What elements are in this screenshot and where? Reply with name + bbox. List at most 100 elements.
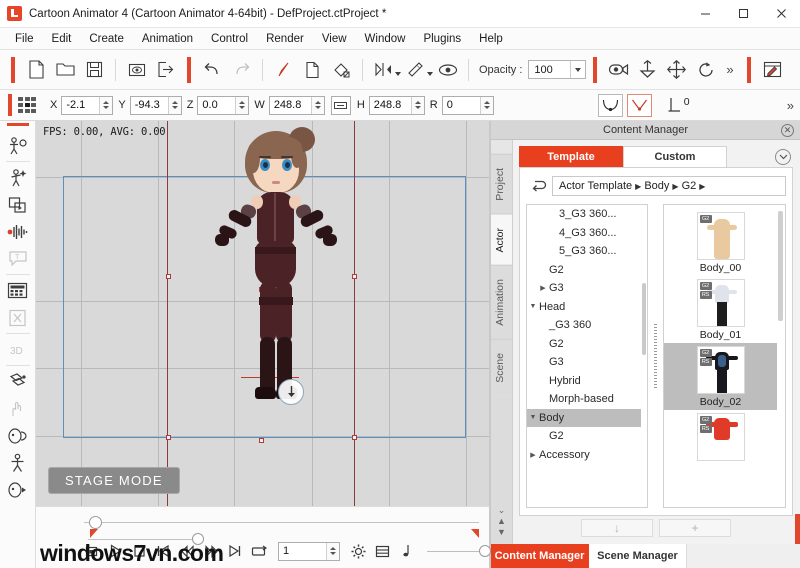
plus-icon[interactable]: +: [659, 519, 731, 537]
tab-content-manager[interactable]: Content Manager: [491, 544, 589, 568]
z-spinner[interactable]: [235, 96, 249, 114]
tab-template[interactable]: Template: [519, 145, 623, 168]
vtab-animation[interactable]: Animation: [491, 265, 512, 339]
vtab-scroll-arrows[interactable]: ⌄ ▲ ▼: [491, 503, 512, 544]
zoom-slider-knob[interactable]: [479, 544, 491, 557]
close-button[interactable]: [762, 0, 800, 28]
toolbar-overflow-button[interactable]: »: [720, 62, 739, 77]
frame-input[interactable]: 1: [278, 541, 340, 561]
stage-viewport[interactable]: FPS: 0.00, AVG: 0.00 STAGE MODE: [36, 121, 490, 506]
chevron-down-icon[interactable]: [775, 148, 791, 165]
vtab-actor[interactable]: Actor: [491, 213, 512, 266]
panel-scroll-indicator[interactable]: [795, 514, 800, 544]
move-icon[interactable]: [662, 55, 691, 85]
face-puppet-icon[interactable]: [3, 304, 33, 331]
download-arrow-icon[interactable]: ↓: [581, 519, 653, 537]
y-input[interactable]: -94.3: [129, 95, 182, 115]
rotation-spinner[interactable]: [479, 96, 493, 114]
tab-custom[interactable]: Custom: [623, 145, 727, 168]
height-spinner[interactable]: [410, 96, 424, 114]
undo-icon[interactable]: [198, 55, 227, 85]
tree-node[interactable]: ▼ Body: [527, 408, 641, 427]
tree-node[interactable]: G2: [527, 261, 641, 280]
vtab-scene[interactable]: Scene: [491, 338, 512, 396]
width-spinner[interactable]: [310, 96, 324, 114]
tree-node[interactable]: 4_G3 360...: [527, 224, 641, 243]
menu-help[interactable]: Help: [470, 29, 512, 49]
loop-icon[interactable]: [248, 540, 270, 562]
vtab-project[interactable]: Project: [491, 154, 512, 214]
talk-script-icon[interactable]: [3, 476, 33, 503]
selection-handle-bottom-left[interactable]: [166, 435, 171, 440]
menu-window[interactable]: Window: [356, 29, 415, 49]
open-folder-icon[interactable]: [51, 55, 80, 85]
tree-node[interactable]: 5_G3 360...: [527, 242, 641, 261]
tab-scene-manager[interactable]: Scene Manager: [589, 544, 687, 568]
tree-node[interactable]: G2: [527, 427, 641, 446]
body-rig-icon[interactable]: [3, 449, 33, 476]
minimize-button[interactable]: [686, 0, 724, 28]
tree-node[interactable]: G2: [527, 335, 641, 354]
panel-splitter[interactable]: [653, 204, 658, 508]
align-icon[interactable]: [369, 55, 398, 85]
menu-render[interactable]: Render: [257, 29, 313, 49]
chevron-down-icon[interactable]: ▼: [527, 414, 539, 421]
selection-handle-top-right[interactable]: [352, 274, 357, 279]
tree-node[interactable]: ▶ Accessory: [527, 446, 641, 465]
tree-node[interactable]: ▼ Head: [527, 298, 641, 317]
breadcrumb-item-0[interactable]: Actor Template: [559, 180, 632, 192]
maximize-button[interactable]: [724, 0, 762, 28]
tree-node[interactable]: 3_G3 360...: [527, 205, 641, 224]
chevron-down-icon[interactable]: ▼: [527, 303, 539, 310]
chevron-right-icon[interactable]: ▶: [537, 284, 549, 292]
duplicate-page-icon[interactable]: [298, 55, 327, 85]
smooth-curve-button[interactable]: [597, 93, 623, 117]
thumbnail-item[interactable]: G2 RS Body_01: [664, 276, 777, 343]
tree-node[interactable]: G3: [527, 353, 641, 372]
keyboard-pad-icon[interactable]: [3, 277, 33, 304]
hand-gesture-icon[interactable]: [3, 395, 33, 422]
note-icon[interactable]: [395, 540, 417, 562]
back-icon[interactable]: [526, 176, 552, 196]
eye-visibility-icon[interactable]: [433, 55, 462, 85]
redo-icon[interactable]: [227, 55, 256, 85]
tree-node[interactable]: _G3 360: [527, 316, 641, 335]
rotation-input[interactable]: 0: [441, 95, 494, 115]
menu-plugins[interactable]: Plugins: [414, 29, 470, 49]
transform-overflow-button[interactable]: »: [781, 98, 800, 113]
menu-file[interactable]: File: [6, 29, 43, 49]
range-end-marker[interactable]: [471, 529, 479, 538]
edit-panel-icon[interactable]: [758, 55, 787, 85]
rotate-icon[interactable]: [691, 55, 720, 85]
close-icon[interactable]: ✕: [781, 123, 794, 137]
paint-bucket-icon[interactable]: [327, 55, 356, 85]
x-input[interactable]: -2.1: [61, 95, 114, 115]
motion-puppet-icon[interactable]: [3, 164, 33, 191]
pivot-icon[interactable]: [633, 55, 662, 85]
tree-node[interactable]: ▶ G3: [527, 279, 641, 298]
frame-spinner[interactable]: [326, 542, 339, 560]
gear-icon[interactable]: [347, 540, 369, 562]
menu-create[interactable]: Create: [80, 29, 133, 49]
breadcrumb[interactable]: Actor Template ▶ Body ▶ G2 ▶: [552, 176, 786, 196]
preview-eye-icon[interactable]: [122, 55, 151, 85]
baseline-offset-control[interactable]: 0: [668, 96, 690, 114]
timeline-playhead-knob[interactable]: [89, 516, 102, 529]
x-spinner[interactable]: [99, 96, 113, 114]
menu-animation[interactable]: Animation: [133, 29, 202, 49]
character-actor[interactable]: [215, 127, 337, 449]
save-disk-icon[interactable]: [80, 55, 109, 85]
z-input[interactable]: 0.0: [197, 95, 250, 115]
breadcrumb-item-1[interactable]: Body: [644, 180, 669, 192]
timeline-track[interactable]: [84, 516, 479, 530]
new-file-icon[interactable]: [22, 55, 51, 85]
thumbnail-item[interactable]: G2 RS Body_02: [664, 343, 777, 410]
head-expression-icon[interactable]: [3, 422, 33, 449]
chevron-right-icon[interactable]: ▶: [527, 451, 539, 459]
category-tree[interactable]: 3_G3 360... 4_G3 360... 5_G3 360... G2 ▶ G3 ▼ H…: [527, 205, 641, 507]
camera-icon[interactable]: [604, 55, 633, 85]
selection-handle-top-left[interactable]: [166, 274, 171, 279]
selection-handle-bottom-right[interactable]: [352, 435, 357, 440]
menu-view[interactable]: View: [313, 29, 356, 49]
opacity-dropdown-icon[interactable]: [570, 61, 585, 78]
